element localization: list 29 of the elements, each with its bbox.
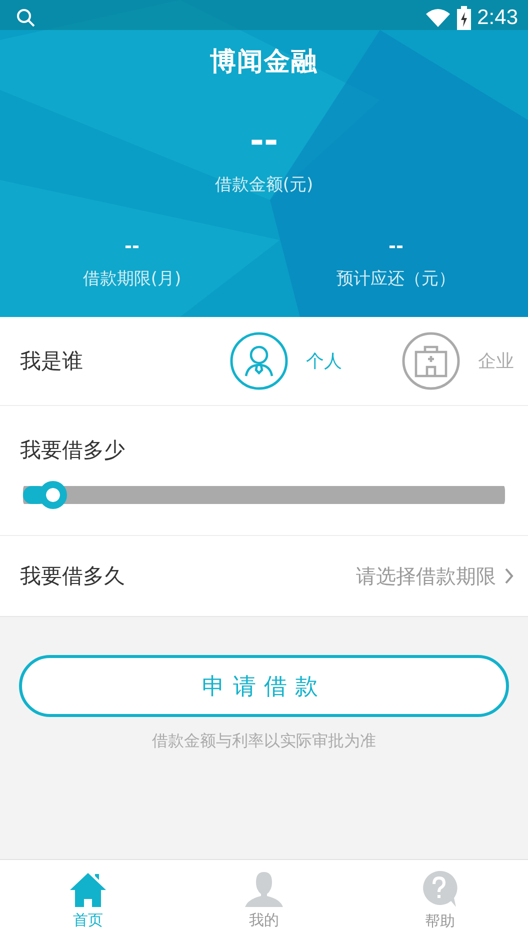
search-icon[interactable]: [16, 8, 36, 28]
option-label[interactable]: 个人: [306, 349, 342, 373]
briefcase-icon[interactable]: [402, 332, 460, 390]
app-title: 博闻金融: [210, 46, 318, 79]
duration-picker[interactable]: 请选择借款期限: [356, 562, 496, 590]
battery-icon: [457, 6, 472, 30]
wifi-icon: [425, 8, 452, 28]
stat-value: --: [388, 236, 404, 257]
stat-label: 借款期限(月): [82, 268, 182, 290]
amount-value: --: [250, 121, 278, 161]
option-label[interactable]: 企业: [478, 349, 514, 373]
note-text: 借款金额与利率以实际审批为准: [152, 731, 376, 752]
person-icon: [244, 870, 284, 906]
slider-thumb[interactable]: [39, 481, 68, 509]
person-icon[interactable]: [230, 332, 288, 390]
help-icon: [420, 870, 460, 908]
stat-value: --: [124, 236, 140, 257]
tab[interactable]: 我的: [176, 860, 352, 940]
home-icon: [68, 870, 108, 906]
row-label: 我是谁: [20, 348, 83, 375]
row-label: 我要借多少: [20, 438, 125, 462]
tab[interactable]: 首页: [0, 860, 176, 940]
chevron-right-icon[interactable]: [504, 567, 514, 585]
tab[interactable]: 帮助: [352, 860, 528, 940]
amount-label: 借款金额(元): [214, 174, 314, 196]
row-label: 我要借多久: [20, 563, 125, 590]
stat-label: 预计应还（元）: [336, 268, 456, 290]
apply-button[interactable]: 申请借款: [19, 655, 509, 717]
status-time: 2:43: [477, 6, 518, 30]
